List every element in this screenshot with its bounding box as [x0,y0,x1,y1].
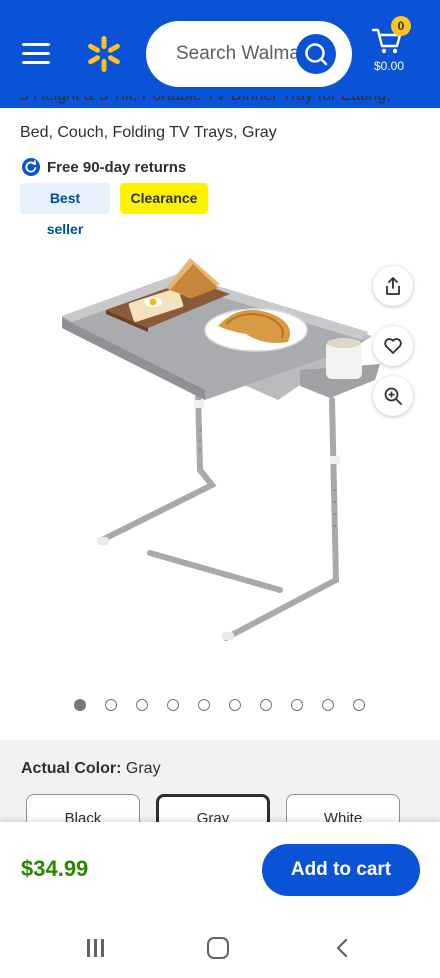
product-image[interactable] [50,250,390,650]
returns-info: Free 90-day returns [22,157,186,177]
clearance-badge: Clearance [120,183,208,214]
back-icon[interactable] [334,938,350,958]
cart-button[interactable]: 0 $0.00 [366,16,416,76]
purchase-bar: $34.99 Add to cart [0,822,440,918]
carousel-dot[interactable] [353,699,365,711]
cart-total: $0.00 [373,59,405,73]
returns-text: Free 90-day returns [47,158,187,176]
search-button[interactable] [296,34,336,74]
share-icon [386,277,400,295]
menu-icon[interactable] [22,43,50,65]
carousel-dot[interactable] [260,699,272,711]
walmart-spark-logo[interactable] [84,34,124,74]
search-bar[interactable] [146,21,352,87]
app-header: 0 $0.00 [0,0,440,108]
zoom-in-icon [384,387,402,405]
product-title: Bed, Couch, Folding TV Trays, Gray [20,124,277,141]
cart-count-badge: 0 [391,16,411,36]
heart-icon [384,338,402,354]
carousel-dot[interactable] [136,699,148,711]
carousel-dot[interactable] [229,699,241,711]
recent-apps-icon[interactable] [86,938,106,958]
carousel-dot[interactable] [74,699,86,711]
carousel-dot[interactable] [105,699,117,711]
color-selector: Actual Color: Gray Black Gray White [0,740,440,844]
search-icon [305,43,328,66]
color-label: Actual Color: Gray [21,760,161,777]
zoom-button[interactable] [373,376,413,416]
selected-color-value: Gray [125,760,161,777]
price: $34.99 [21,856,89,881]
best-seller-badge: Best seller [20,183,110,237]
carousel-dot[interactable] [291,699,303,711]
returns-icon [22,158,40,176]
search-input[interactable] [176,41,298,67]
share-button[interactable] [373,266,413,306]
home-icon[interactable] [207,937,229,959]
system-nav-bar [0,918,440,978]
image-carousel-indicator [72,698,372,712]
carousel-dot[interactable] [198,699,210,711]
carousel-dot[interactable] [322,699,334,711]
add-to-cart-button[interactable]: Add to cart [262,844,420,896]
carousel-dot[interactable] [167,699,179,711]
favorite-button[interactable] [373,326,413,366]
product-title-partial: 5 Height & 3 Tilt, Portable TV Dinner Tr… [20,96,420,108]
